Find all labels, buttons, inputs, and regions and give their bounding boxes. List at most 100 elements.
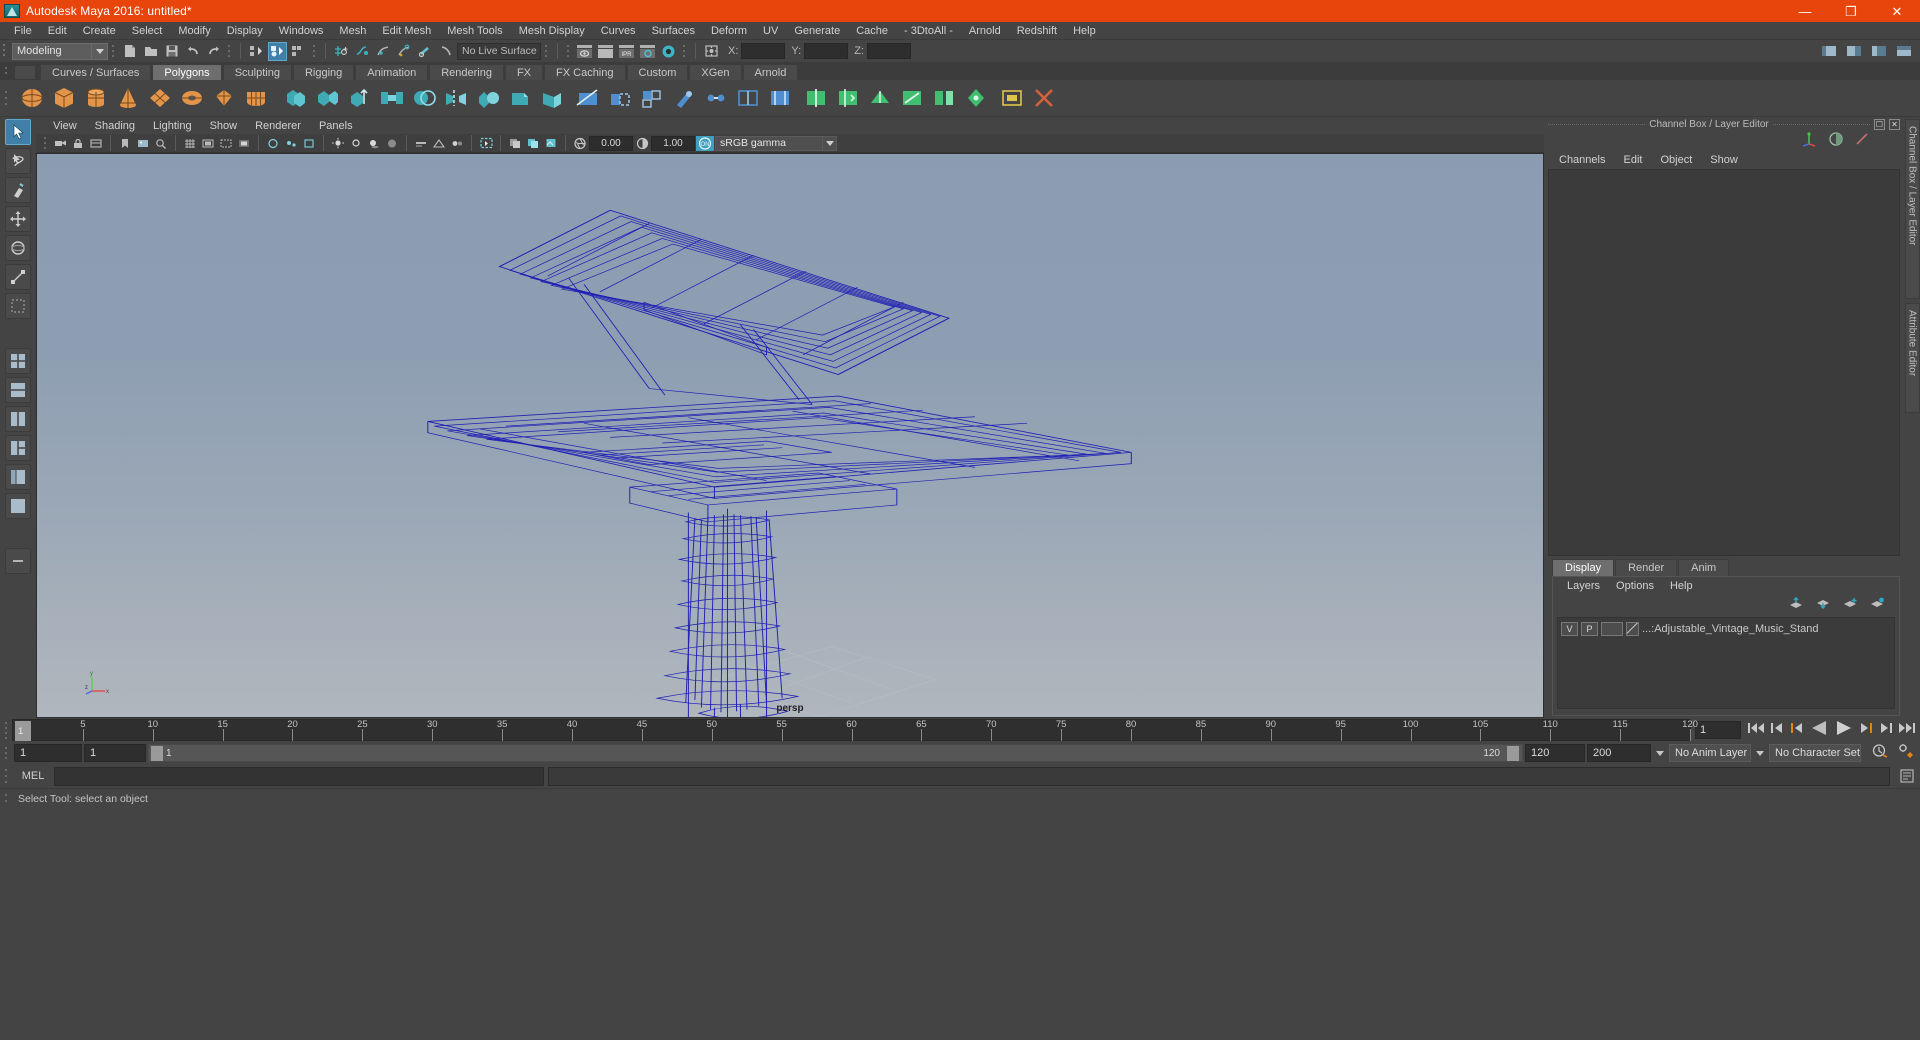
new-scene-icon[interactable] xyxy=(120,42,139,61)
poly-crease-icon[interactable] xyxy=(865,83,895,113)
shelf-tab-custom[interactable]: Custom xyxy=(626,64,689,80)
poly-merge-icon[interactable] xyxy=(961,83,991,113)
undock-icon[interactable]: ☐ xyxy=(1874,118,1886,130)
side-tab-channel-box[interactable]: Channel Box / Layer Editor xyxy=(1904,119,1920,299)
exposure-value[interactable]: 0.00 xyxy=(589,135,633,151)
poly-prism-icon[interactable] xyxy=(209,83,239,113)
poly-offset-edge-icon[interactable] xyxy=(765,83,795,113)
playback-speed-chevron-down-icon[interactable] xyxy=(1653,744,1667,762)
wireframe-on-shaded-icon[interactable] xyxy=(507,135,523,151)
poly-slide-edge-icon[interactable] xyxy=(833,83,863,113)
range-slider-left-handle[interactable] xyxy=(151,745,163,761)
menu-mesh[interactable]: Mesh xyxy=(331,22,374,40)
go-to-end-icon[interactable] xyxy=(1898,721,1916,740)
poly-sculpt-icon[interactable] xyxy=(669,83,699,113)
command-language-label[interactable]: MEL xyxy=(16,770,50,782)
viewport-menu-panels[interactable]: Panels xyxy=(310,120,362,132)
select-tool[interactable] xyxy=(5,119,31,145)
menu-arnold[interactable]: Arnold xyxy=(961,22,1009,40)
grid-toggle-icon[interactable] xyxy=(182,135,198,151)
layer-menu-help[interactable]: Help xyxy=(1662,580,1701,592)
camera-attributes-icon[interactable] xyxy=(88,135,104,151)
show-hide-editors-icon[interactable] xyxy=(1819,42,1838,61)
poly-pyramid-icon[interactable] xyxy=(241,83,271,113)
layout-two-stacked[interactable] xyxy=(5,377,31,403)
resolution-gate-icon[interactable] xyxy=(218,135,234,151)
layer-tab-anim[interactable]: Anim xyxy=(1678,559,1730,576)
two-d-pan-zoom-icon[interactable] xyxy=(153,135,169,151)
gamma-value[interactable]: 1.00 xyxy=(651,135,695,151)
poly-connect-icon[interactable] xyxy=(733,83,763,113)
side-tab-attribute-editor[interactable]: Attribute Editor xyxy=(1904,303,1920,413)
render-region-icon[interactable] xyxy=(596,42,615,61)
sidebar-attribute-icon[interactable] xyxy=(1844,42,1863,61)
new-layer-icon[interactable] xyxy=(1843,596,1858,614)
smooth-shade-icon[interactable] xyxy=(525,135,541,151)
poly-wedge-icon[interactable] xyxy=(537,83,567,113)
poly-append-icon[interactable] xyxy=(605,83,635,113)
menu-modify[interactable]: Modify xyxy=(170,22,218,40)
move-layer-down-icon[interactable] xyxy=(1816,596,1831,614)
undo-icon[interactable] xyxy=(183,42,202,61)
snap-to-view-plane-icon[interactable] xyxy=(416,42,435,61)
shelf-tab-arnold[interactable]: Arnold xyxy=(742,64,799,80)
poly-target-weld-icon[interactable] xyxy=(701,83,731,113)
shelf-tab-rendering[interactable]: Rendering xyxy=(429,64,504,80)
render-view-icon[interactable] xyxy=(575,42,594,61)
poly-separate-icon[interactable] xyxy=(313,83,343,113)
close-button[interactable]: ✕ xyxy=(1874,0,1920,22)
step-forward-keyframe-icon[interactable] xyxy=(1878,721,1893,740)
shelf-tab-fx-caching[interactable]: FX Caching xyxy=(544,64,626,80)
shelf-tab-rigging[interactable]: Rigging xyxy=(292,64,355,80)
poly-cone-icon[interactable] xyxy=(113,83,143,113)
toolbar-grip[interactable] xyxy=(2,42,9,60)
viewport-toolbar-grip[interactable] xyxy=(42,135,49,151)
layer-color-swatch[interactable] xyxy=(1626,622,1639,636)
poly-bridge-icon[interactable] xyxy=(377,83,407,113)
close-panel-icon[interactable]: ✕ xyxy=(1889,118,1901,130)
menu-redshift[interactable]: Redshift xyxy=(1009,22,1065,40)
coord-y-field[interactable] xyxy=(804,43,849,59)
sidebar-channel-icon[interactable] xyxy=(1869,42,1888,61)
poly-multicut-icon[interactable] xyxy=(573,83,603,113)
poly-detach-icon[interactable] xyxy=(929,83,959,113)
gate-mask-icon[interactable] xyxy=(236,135,252,151)
snap-to-point-icon[interactable] xyxy=(374,42,393,61)
color-management-icon[interactable]: ON xyxy=(696,135,714,151)
shelf-tab-xgen[interactable]: XGen xyxy=(689,64,742,80)
range-slider-grip[interactable] xyxy=(2,744,12,762)
viewport-3d-canvas[interactable]: y x z persp xyxy=(36,153,1544,718)
layout-more[interactable] xyxy=(5,548,31,574)
move-layer-up-icon[interactable] xyxy=(1789,596,1804,614)
layout-persp-outliner[interactable] xyxy=(5,464,31,490)
time-slider-track[interactable]: 1 5 10 15 20 25 30 35 40 45 50 55 60 65 70 75 80 85 90 95 1… xyxy=(12,719,1698,741)
poly-sphere-icon[interactable] xyxy=(17,83,47,113)
range-slider-track[interactable]: 1 120 xyxy=(148,744,1523,762)
multisample-aa-icon[interactable] xyxy=(431,135,447,151)
layout-single-persp[interactable] xyxy=(5,493,31,519)
xray-icon[interactable] xyxy=(265,135,281,151)
image-plane-icon[interactable] xyxy=(135,135,151,151)
animation-preferences-icon[interactable] xyxy=(1897,743,1914,763)
exposure-icon[interactable] xyxy=(572,135,588,151)
poly-cylinder-icon[interactable] xyxy=(81,83,111,113)
new-layer-from-selected-icon[interactable] xyxy=(1870,596,1885,614)
menu-mesh-tools[interactable]: Mesh Tools xyxy=(439,22,510,40)
poly-cube-icon[interactable] xyxy=(49,83,79,113)
menu-mesh-display[interactable]: Mesh Display xyxy=(511,22,593,40)
poly-spin-edge-icon[interactable] xyxy=(897,83,927,113)
layer-visibility-toggle[interactable]: V xyxy=(1561,622,1578,636)
lasso-select-tool[interactable] xyxy=(5,148,31,174)
current-frame-field[interactable]: 1 xyxy=(1695,721,1741,739)
anim-layer-selector[interactable]: No Anim Layer xyxy=(1669,744,1751,762)
shelf-icons-grip[interactable] xyxy=(2,84,12,112)
menu-edit[interactable]: Edit xyxy=(40,22,75,40)
anim-layer-chevron-down-icon[interactable] xyxy=(1753,744,1767,762)
menu-curves[interactable]: Curves xyxy=(593,22,644,40)
select-by-component-icon[interactable] xyxy=(289,42,308,61)
layer-name[interactable]: ...:Adjustable_Vintage_Music_Stand xyxy=(1642,623,1819,635)
range-slider-right-handle[interactable] xyxy=(1507,745,1519,761)
shelf-tab-polygons[interactable]: Polygons xyxy=(152,64,222,80)
viewport-menu-renderer[interactable]: Renderer xyxy=(246,120,310,132)
menu-set-chevron-down-icon[interactable] xyxy=(92,42,108,60)
